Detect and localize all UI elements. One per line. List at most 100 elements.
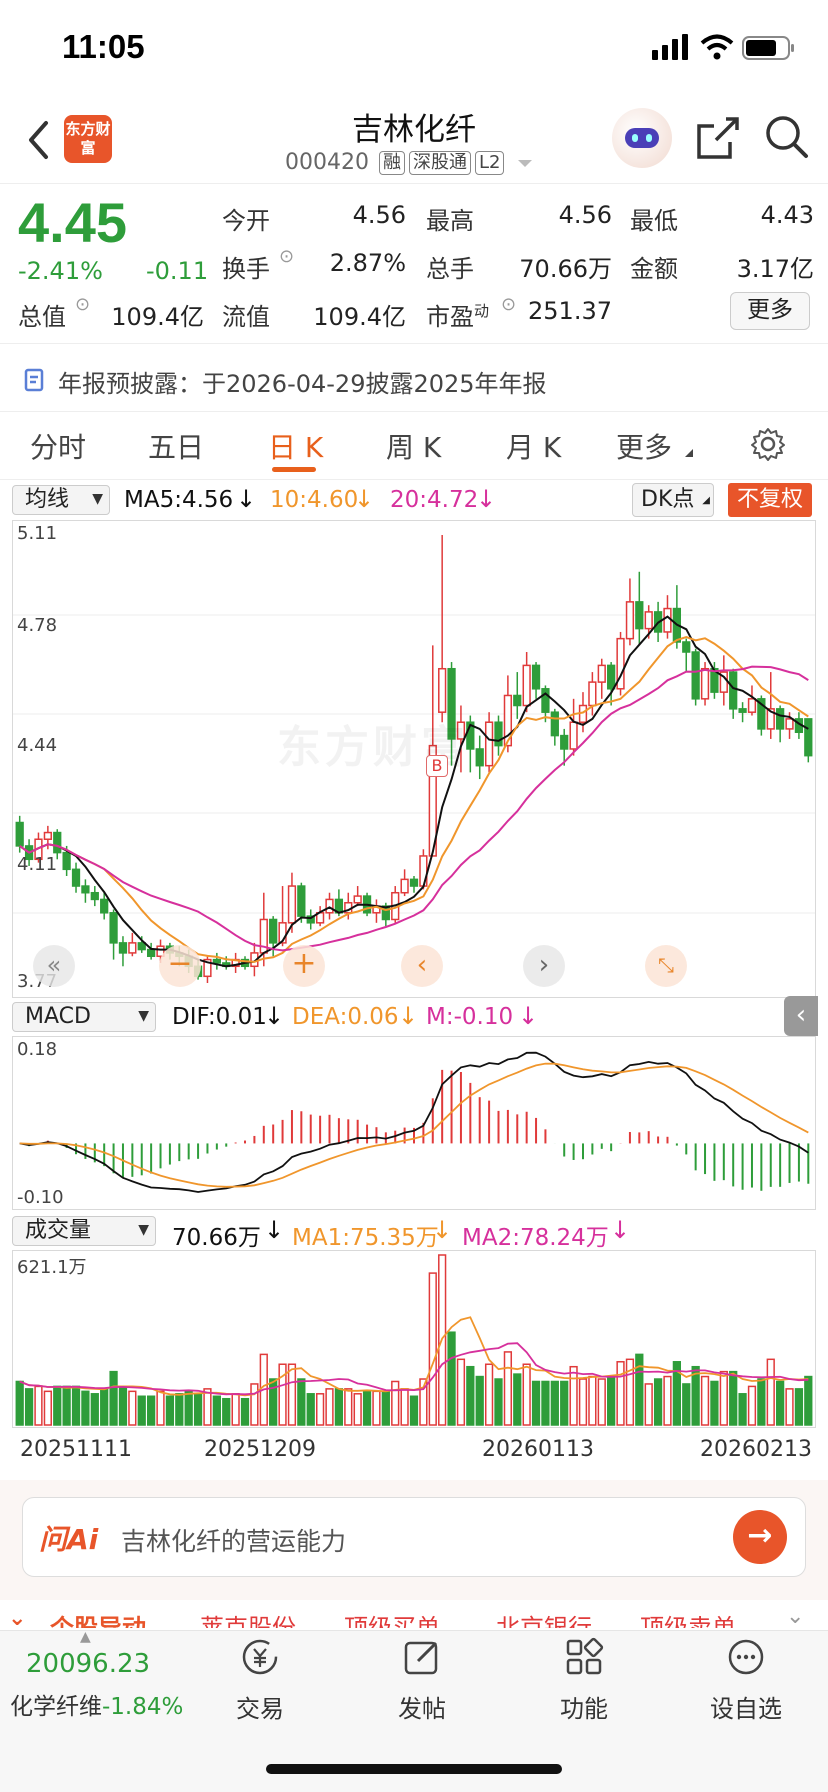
ticker-item[interactable]: 北京银行 bbox=[496, 1608, 592, 1628]
volume-bar bbox=[334, 1388, 344, 1426]
share-icon[interactable] bbox=[696, 116, 740, 160]
trade-button[interactable]: 交易 bbox=[210, 1637, 310, 1724]
value-float-cap: 109.4亿 bbox=[313, 303, 406, 331]
label-low: 最低 bbox=[630, 207, 678, 235]
value-turnover: 2.87% bbox=[329, 249, 406, 277]
arrow-down-icon: ↓ bbox=[610, 1216, 631, 1244]
volume-bar bbox=[428, 1272, 437, 1426]
arrow-down-icon: ↓ bbox=[264, 1216, 285, 1244]
tab-five-day[interactable]: 五日 bbox=[148, 426, 204, 466]
dk-point-button[interactable]: DK点 ◢ bbox=[632, 483, 714, 517]
volume-bar bbox=[757, 1378, 766, 1426]
tab-weekly-k[interactable]: 周 K bbox=[386, 426, 441, 466]
more-quote-button[interactable]: 更多 bbox=[730, 292, 810, 330]
volume-bar bbox=[250, 1383, 259, 1426]
arrow-down-icon: ↓ bbox=[398, 1002, 419, 1030]
adjust-button[interactable]: 不复权 bbox=[728, 483, 812, 517]
volume-bar bbox=[306, 1393, 315, 1426]
current-price: 4.45 bbox=[18, 191, 127, 254]
candle-body bbox=[513, 694, 522, 707]
active-tab-indicator bbox=[272, 467, 316, 472]
volume-bar bbox=[503, 1351, 513, 1426]
info-icon[interactable]: ⊙ bbox=[279, 246, 294, 267]
value-market-cap: 109.4亿 bbox=[111, 303, 204, 331]
info-icon[interactable]: ⊙ bbox=[501, 294, 516, 315]
tab-intraday[interactable]: 分时 bbox=[30, 426, 86, 466]
ticker-item[interactable]: 顶级卖单 bbox=[640, 1608, 736, 1628]
news-ticker[interactable]: ⌄ 个股异动 莱克股份 顶级买单 北京银行 顶级卖单 ⌄ bbox=[0, 1600, 828, 1628]
ask-ai-box[interactable]: 问Ai 吉林化纤的营运能力 → bbox=[22, 1497, 806, 1577]
step-right-icon[interactable]: › bbox=[523, 945, 565, 987]
volume-bar bbox=[353, 1393, 362, 1426]
volume-bar bbox=[804, 1375, 813, 1426]
settings-gear-icon[interactable] bbox=[750, 426, 786, 462]
step-left-icon[interactable]: ‹ bbox=[401, 945, 443, 987]
zoom-out-icon[interactable]: − bbox=[159, 945, 201, 987]
scroll-left-fast-icon[interactable]: « bbox=[33, 945, 75, 987]
ma20-value: 20:4.72 bbox=[390, 487, 479, 513]
volume-bar bbox=[391, 1380, 400, 1426]
fullscreen-icon[interactable]: ⤡ bbox=[645, 945, 687, 987]
add-watchlist-button[interactable]: 设自选 bbox=[696, 1637, 796, 1724]
compose-icon bbox=[404, 1641, 438, 1675]
candle-body bbox=[569, 721, 578, 750]
volume-svg bbox=[15, 1254, 813, 1426]
x-axis-dates: 20251111 20251209 20260113 20260213 bbox=[0, 1437, 828, 1467]
ai-robot-avatar[interactable] bbox=[612, 108, 672, 168]
volume-dropdown[interactable]: 成交量 ▼ bbox=[12, 1216, 156, 1246]
sector-index-value[interactable]: 20096.23 bbox=[26, 1649, 150, 1679]
candle-body bbox=[269, 918, 278, 944]
kline-chart[interactable]: 东方财富 5.11 4.78 4.44 4.11 3.77 B « − + ‹ … bbox=[12, 520, 816, 998]
ticker-item[interactable]: 莱克股份 bbox=[200, 1608, 296, 1628]
arrow-right-icon[interactable]: → bbox=[733, 1510, 787, 1564]
arrow-down-icon: ↓ bbox=[476, 485, 497, 513]
volume-value: 70.66万 bbox=[172, 1225, 261, 1251]
function-button[interactable]: 功能 bbox=[534, 1637, 634, 1724]
collapse-panel-icon[interactable]: ‹ bbox=[784, 996, 818, 1036]
stock-code: 000420 bbox=[285, 150, 369, 175]
sector-index[interactable]: 化学纤维-1.84% bbox=[10, 1687, 183, 1721]
volume-bar bbox=[175, 1393, 184, 1426]
ticker-item[interactable]: 顶级买单 bbox=[344, 1608, 440, 1628]
more-circle-icon bbox=[728, 1639, 764, 1675]
info-icon[interactable]: ⊙ bbox=[75, 294, 90, 315]
tab-more[interactable]: 更多 bbox=[616, 426, 672, 466]
volume-bar bbox=[578, 1378, 588, 1426]
ticker-item[interactable]: 个股异动 bbox=[50, 1608, 146, 1628]
macd-chart[interactable]: 0.18 -0.10 bbox=[12, 1036, 816, 1210]
x-tick-label: 20260113 bbox=[482, 1437, 594, 1462]
volume-bar bbox=[635, 1353, 644, 1426]
arrow-down-icon: ↓ bbox=[264, 1002, 285, 1030]
buy-marker[interactable]: B bbox=[426, 755, 448, 777]
volume-chart[interactable]: 621.1万 bbox=[12, 1250, 816, 1428]
label-open: 今开 bbox=[222, 207, 270, 235]
volume-bar bbox=[607, 1375, 616, 1426]
candle-body bbox=[560, 734, 569, 750]
search-icon[interactable] bbox=[764, 114, 810, 160]
volume-bar bbox=[146, 1395, 156, 1426]
trade-label: 交易 bbox=[236, 1695, 284, 1723]
add-watchlist-label: 设自选 bbox=[710, 1695, 782, 1723]
volume-bar bbox=[287, 1363, 297, 1426]
zoom-in-icon[interactable]: + bbox=[283, 945, 325, 987]
volume-bar bbox=[738, 1393, 747, 1426]
tab-daily-k[interactable]: 日 K bbox=[268, 426, 323, 466]
candle-body bbox=[90, 891, 99, 901]
ma20-line bbox=[19, 665, 809, 952]
ask-ai-input[interactable]: 吉林化纤的营运能力 bbox=[121, 1522, 346, 1558]
candle-body bbox=[484, 721, 494, 767]
expand-chevron-icon[interactable]: ⌄ bbox=[786, 1604, 804, 1628]
report-notice[interactable]: 年报预披露：于2026-04-29披露2025年年报 bbox=[0, 350, 828, 412]
candle-body bbox=[597, 664, 606, 683]
candle-body bbox=[71, 868, 81, 887]
label-pe: 市盈动 bbox=[426, 302, 490, 331]
y-tick-label: 4.11 bbox=[17, 854, 58, 875]
volume-bar bbox=[381, 1390, 390, 1426]
chevron-down-icon[interactable] bbox=[514, 156, 536, 170]
tab-monthly-k[interactable]: 月 K bbox=[506, 426, 561, 466]
candle-body bbox=[118, 942, 128, 954]
post-button[interactable]: 发帖 bbox=[372, 1637, 472, 1724]
label-volume: 总手 bbox=[426, 255, 474, 283]
ma-dropdown[interactable]: 均线 ▼ bbox=[12, 485, 110, 515]
macd-dropdown[interactable]: MACD ▼ bbox=[12, 1002, 156, 1032]
